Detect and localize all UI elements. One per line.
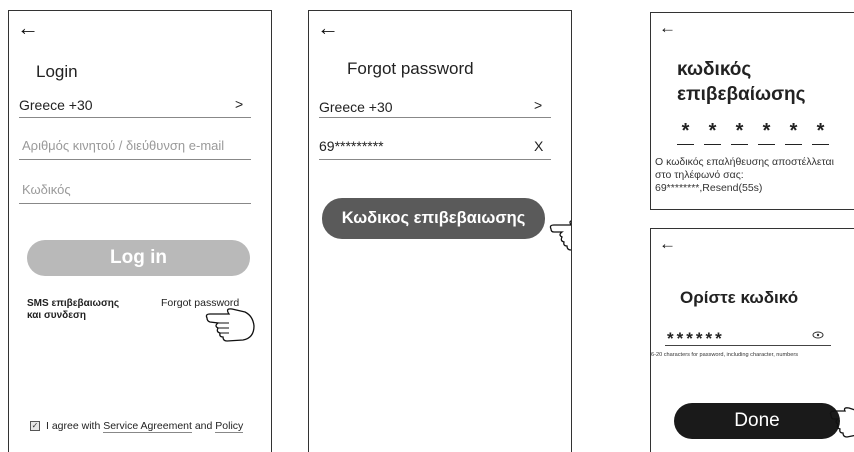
verify-message: Ο κωδικός επαλήθευσης αποστέλλεται στο τ… [655,156,834,195]
new-password-input[interactable]: ****** [667,329,725,349]
code-digit[interactable]: * [704,121,721,145]
divider [19,159,251,160]
country-selector[interactable]: Greece +30 [19,97,93,113]
code-digit[interactable]: * [731,121,748,145]
code-digit[interactable]: * [812,121,829,145]
get-code-button[interactable]: Κωδικος επιβεβαιωσης [322,198,545,239]
clear-input-button[interactable]: X [534,138,543,154]
password-hint: 6-20 characters for password, including … [651,352,799,358]
phone-email-input[interactable]: Αριθμός κινητού / διεύθυνση e-mail [22,138,224,153]
country-chevron-icon[interactable]: > [235,96,243,112]
agree-checkbox[interactable]: ✓ [30,421,40,431]
resend-link[interactable]: 69********,Resend(55s) [655,182,834,195]
pointing-hand-icon [549,220,571,251]
agree-prefix: I agree with [46,420,101,432]
divider [19,117,251,118]
country-chevron-icon[interactable]: > [534,97,542,113]
verify-title-line1: κωδικός [677,59,752,80]
phone-input[interactable]: 69********* [319,138,384,154]
login-title: Login [36,62,78,81]
eye-icon[interactable] [812,331,824,339]
sms-login-line2: και συνδεση [27,310,86,321]
sms-login-line1: SMS επιβεβαιωσης [27,298,120,309]
divider [319,117,551,118]
pointing-hand-icon [205,308,255,342]
verify-title: κωδικός επιβεβαίωσης [677,57,806,107]
pointing-hand-icon [829,407,854,438]
divider [665,345,831,346]
sms-login-link[interactable]: SMS επιβεβαιωσης και συνδεση [27,298,119,322]
code-digit[interactable]: * [758,121,775,145]
code-digits[interactable]: * * * * * * [677,121,829,145]
login-button[interactable]: Log in [27,240,250,276]
password-input[interactable]: Κωδικός [22,182,71,197]
verify-message-line1: Ο κωδικός επαλήθευσης αποστέλλεται [655,156,834,168]
forgot-title: Forgot password [347,59,474,78]
forgot-password-screen: ← Forgot password Greece +30 > 69*******… [308,10,572,452]
verification-code-screen: ← κωδικός επιβεβαίωσης * * * * * * Ο κωδ… [650,12,854,210]
agreement-text: I agree with Service Agreement and Polic… [46,420,244,433]
agree-and: and [194,420,213,432]
back-arrow-icon[interactable]: ← [659,233,676,255]
done-button[interactable]: Done [674,403,840,439]
policy-link[interactable]: Policy [215,420,244,433]
verify-message-line2: στο τηλέφωνό σας: [655,169,744,181]
divider [319,159,551,160]
back-arrow-icon[interactable]: ← [17,17,39,39]
code-digit[interactable]: * [677,121,694,145]
set-password-title: Ορίστε κωδικό [680,288,799,307]
code-digit[interactable]: * [785,121,802,145]
country-selector[interactable]: Greece +30 [319,99,393,115]
divider [19,203,251,204]
back-arrow-icon[interactable]: ← [317,17,339,39]
back-arrow-icon[interactable]: ← [659,17,676,39]
verify-title-line2: επιβεβαίωσης [677,84,806,105]
set-password-screen: ← Ορίστε κωδικό ****** 6-20 characters f… [650,228,854,452]
service-agreement-link[interactable]: Service Agreement [103,420,192,433]
login-screen: ← Login Greece +30 > Αριθμός κινητού / δ… [8,10,272,452]
